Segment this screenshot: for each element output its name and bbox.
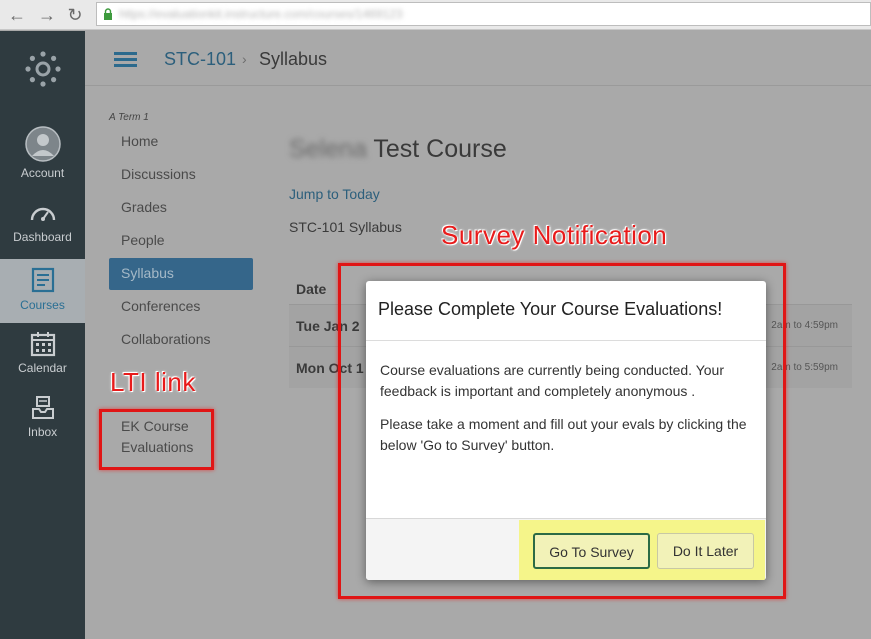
global-nav-label: Courses <box>20 298 65 312</box>
syllabus-label: STC-101 Syllabus <box>289 219 402 235</box>
canvas-logo-icon[interactable] <box>25 51 61 87</box>
modal-title: Please Complete Your Course Evaluations! <box>366 281 766 341</box>
title-text: Test Course <box>373 135 507 163</box>
global-nav-calendar[interactable]: Calendar <box>0 331 85 395</box>
lti-annotation-label: LTI link <box>110 367 196 397</box>
back-arrow-icon[interactable]: ← <box>6 4 28 26</box>
forward-arrow-icon[interactable]: → <box>36 4 58 26</box>
course-nav-grades[interactable]: Grades <box>109 192 253 224</box>
avatar-icon <box>24 126 61 162</box>
modal-paragraph: Course evaluations are currently being c… <box>380 362 724 399</box>
breadcrumb-course-link[interactable]: STC-101 <box>164 49 236 70</box>
global-nav: Account Dashboard Courses Calendar Inbox <box>0 31 85 639</box>
do-it-later-button[interactable]: Do It Later <box>657 533 754 569</box>
global-nav-account[interactable]: Account <box>0 126 85 190</box>
lock-icon <box>104 8 112 20</box>
term-label: A Term 1 <box>109 112 149 123</box>
go-to-survey-button[interactable]: Go To Survey <box>533 533 650 569</box>
lti-link-line1: EK Course <box>121 418 189 434</box>
global-nav-label: Account <box>20 166 65 180</box>
url-text: https://evaluationkit.instructure.com/co… <box>119 7 403 21</box>
reload-icon[interactable]: ↻ <box>64 4 86 26</box>
modal-paragraph: Please take a moment and fill out your e… <box>380 416 747 453</box>
breadcrumb-separator: › <box>242 51 247 67</box>
course-nav-collaborations[interactable]: Collaborations <box>109 324 253 356</box>
course-nav-people[interactable]: People <box>109 225 253 257</box>
calendar-icon <box>30 332 55 357</box>
global-nav-courses[interactable]: Courses <box>0 259 85 323</box>
address-bar[interactable]: https://evaluationkit.instructure.com/co… <box>96 2 871 26</box>
global-nav-label: Inbox <box>27 425 58 439</box>
page-header: STC-101 › Syllabus <box>85 31 871 86</box>
redacted-title-text: Selena <box>289 135 367 163</box>
jump-to-today-link[interactable]: Jump to Today <box>289 186 380 202</box>
page-title: Selena Test Course <box>289 135 507 164</box>
browser-toolbar: ← → ↻ https://evaluationkit.instructure.… <box>0 0 871 30</box>
course-nav-syllabus[interactable]: Syllabus <box>109 258 253 290</box>
global-nav-label: Calendar <box>18 361 67 375</box>
course-nav-ek-course-evaluations[interactable]: EK Course Evaluations <box>121 416 193 458</box>
course-nav-home[interactable]: Home <box>109 126 253 158</box>
survey-annotation-label: Survey Notification <box>441 220 668 250</box>
dashboard-icon <box>30 207 55 221</box>
modal-footer: Go To Survey Do It Later <box>366 518 766 580</box>
global-nav-label: Dashboard <box>13 230 72 244</box>
courses-icon <box>31 267 54 293</box>
global-nav-dashboard[interactable]: Dashboard <box>0 202 85 266</box>
course-nav-conferences[interactable]: Conferences <box>109 291 253 323</box>
course-nav-discussions[interactable]: Discussions <box>109 159 253 191</box>
breadcrumb-current: Syllabus <box>259 49 328 69</box>
modal-body: Course evaluations are currently being c… <box>366 341 766 456</box>
lti-link-line2: Evaluations <box>121 439 194 455</box>
hamburger-menu-icon[interactable] <box>114 52 137 67</box>
survey-modal: Please Complete Your Course Evaluations!… <box>366 281 766 580</box>
global-nav-inbox[interactable]: Inbox <box>0 395 85 459</box>
inbox-icon <box>31 396 54 419</box>
